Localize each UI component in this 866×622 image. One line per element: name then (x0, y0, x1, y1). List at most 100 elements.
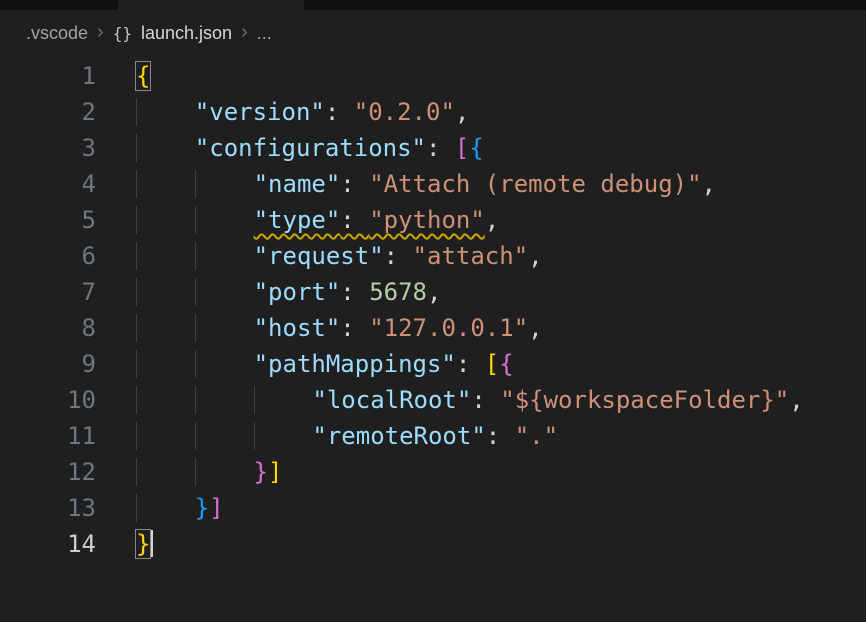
indent-guide (136, 134, 195, 162)
indent-guide (136, 206, 195, 234)
breadcrumb-symbol-ellipsis[interactable]: ... (257, 23, 272, 44)
code-token: : (340, 314, 369, 342)
line-content: "remoteRoot": "." (96, 418, 558, 454)
indent-guide (136, 242, 195, 270)
code-token: "version" (195, 98, 325, 126)
line-content: "localRoot": "${workspaceFolder}", (96, 382, 804, 418)
line-content: { (96, 58, 150, 94)
line-number: 13 (0, 490, 96, 526)
indent-guide (195, 242, 254, 270)
breadcrumb-file[interactable]: launch.json (141, 23, 232, 44)
code-line[interactable]: 11 "remoteRoot": "." (0, 418, 866, 454)
code-token: : (340, 278, 369, 306)
code-line[interactable]: 9 "pathMappings": [{ (0, 346, 866, 382)
indent-guide (195, 206, 254, 234)
code-line[interactable]: 7 "port": 5678, (0, 274, 866, 310)
code-token: : (456, 350, 485, 378)
code-token: "127.0.0.1" (369, 314, 528, 342)
indent-guide (195, 350, 254, 378)
code-token: , (789, 386, 803, 414)
code-line[interactable]: 14} (0, 526, 866, 562)
line-content: }] (96, 490, 224, 526)
code-token: , (528, 242, 542, 270)
line-number: 11 (0, 418, 96, 454)
code-token: , (528, 314, 542, 342)
code-token: { (136, 62, 150, 90)
indent-guide (195, 458, 254, 486)
tab-strip[interactable] (0, 0, 866, 10)
line-number: 1 (0, 58, 96, 94)
line-number: 12 (0, 454, 96, 490)
code-line[interactable]: 10 "localRoot": "${workspaceFolder}", (0, 382, 866, 418)
line-content: "pathMappings": [{ (96, 346, 514, 382)
indent-guide (136, 458, 195, 486)
code-token: } (136, 530, 150, 558)
indent-guide (136, 422, 195, 450)
code-line[interactable]: 2 "version": "0.2.0", (0, 94, 866, 130)
code-token: "attach" (413, 242, 529, 270)
code-token: : (384, 242, 413, 270)
indent-guide (136, 494, 195, 522)
indent-guide (136, 278, 195, 306)
code-line[interactable]: 13 }] (0, 490, 866, 526)
code-line[interactable]: 5 "type": "python", (0, 202, 866, 238)
code-line[interactable]: 8 "host": "127.0.0.1", (0, 310, 866, 346)
line-content: "version": "0.2.0", (96, 94, 469, 130)
code-token: "type" (254, 206, 341, 234)
code-token: "name" (254, 170, 341, 198)
line-content: "configurations": [{ (96, 130, 484, 166)
breadcrumb-folder[interactable]: .vscode (26, 23, 88, 44)
line-content: "port": 5678, (96, 274, 441, 310)
code-token: : (340, 206, 369, 234)
indent-guide (195, 386, 254, 414)
code-token: , (485, 206, 499, 234)
indent-guide (195, 170, 254, 198)
code-line[interactable]: 1{ (0, 58, 866, 94)
code-token: ] (268, 458, 282, 486)
code-token: "0.2.0" (354, 98, 455, 126)
code-token: "${workspaceFolder}" (500, 386, 789, 414)
code-token: "Attach (remote debug)" (369, 170, 701, 198)
line-number: 3 (0, 130, 96, 166)
line-number: 2 (0, 94, 96, 130)
code-token: 5678 (369, 278, 427, 306)
code-token: "python" (369, 206, 485, 234)
code-token: "request" (254, 242, 384, 270)
code-token: : (426, 134, 455, 162)
line-content: "type": "python", (96, 202, 499, 238)
indent-guide (195, 422, 254, 450)
indent-guide (136, 314, 195, 342)
indent-guide (136, 170, 195, 198)
code-token: : (340, 170, 369, 198)
code-line[interactable]: 6 "request": "attach", (0, 238, 866, 274)
code-token: : (486, 422, 515, 450)
code-token: "remoteRoot" (312, 422, 485, 450)
code-line[interactable]: 12 }] (0, 454, 866, 490)
code-token: } (254, 458, 268, 486)
code-token: , (455, 98, 469, 126)
line-content: } (96, 526, 153, 562)
line-number: 6 (0, 238, 96, 274)
code-line[interactable]: 3 "configurations": [{ (0, 130, 866, 166)
indent-guide (254, 422, 313, 450)
line-content: "request": "attach", (96, 238, 543, 274)
code-line[interactable]: 4 "name": "Attach (remote debug)", (0, 166, 866, 202)
code-token: "host" (254, 314, 341, 342)
code-token: "configurations" (195, 134, 426, 162)
line-content: }] (96, 454, 283, 490)
indent-guide (136, 98, 195, 126)
line-number: 4 (0, 166, 96, 202)
code-token: { (469, 134, 483, 162)
code-token: "port" (254, 278, 341, 306)
code-token: , (427, 278, 441, 306)
breadcrumb: .vscode › {} launch.json › ... (0, 10, 866, 56)
line-number: 10 (0, 382, 96, 418)
chevron-right-icon: › (97, 22, 104, 42)
code-token: "." (515, 422, 558, 450)
code-lines: 1{2 "version": "0.2.0",3 "configurations… (0, 58, 866, 562)
chevron-right-icon: › (241, 22, 248, 42)
code-editor[interactable]: 1{2 "version": "0.2.0",3 "configurations… (0, 56, 866, 622)
vscode-editor-window: .vscode › {} launch.json › ... 1{2 "vers… (0, 0, 866, 622)
active-tab-edge (118, 0, 304, 10)
indent-guide (195, 314, 254, 342)
